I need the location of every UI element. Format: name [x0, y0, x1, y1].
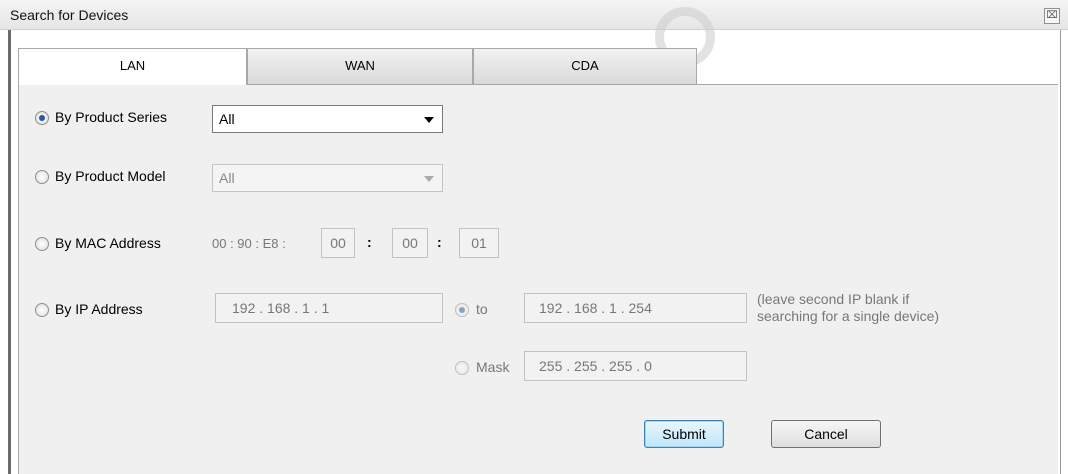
product-model-value: All: [219, 170, 235, 186]
window-frame-left: [8, 30, 11, 474]
ip-to-label: to: [476, 301, 488, 317]
product-model-label: By Product Model: [55, 168, 166, 184]
mac-address-label: By MAC Address: [55, 235, 161, 251]
mac-octet-3[interactable]: 01: [459, 228, 499, 258]
mask-label: Mask: [476, 359, 510, 375]
product-series-select[interactable]: All: [212, 105, 443, 133]
search-devices-window: Search for Devices ⌧ LAN WAN CDA By Prod…: [0, 0, 1068, 474]
product-model-select[interactable]: All: [212, 164, 443, 192]
tab-bar: LAN WAN CDA: [18, 48, 698, 85]
chevron-down-icon: [424, 176, 434, 182]
tab-cda[interactable]: CDA: [473, 48, 697, 84]
ip-to-radio[interactable]: [455, 303, 469, 317]
product-model-radio[interactable]: [35, 170, 49, 184]
title-bar: Search for Devices ⌧: [0, 0, 1068, 67]
mask-field[interactable]: 255 . 255 . 255 . 0: [524, 351, 747, 381]
close-icon[interactable]: ⌧: [1044, 8, 1060, 24]
mac-separator: :: [437, 234, 442, 250]
submit-button[interactable]: Submit: [644, 420, 724, 448]
tab-wan[interactable]: WAN: [247, 48, 473, 84]
product-series-radio[interactable]: [35, 111, 49, 125]
chevron-down-icon: [424, 117, 434, 123]
lan-panel: By Product Series All By Product Model A…: [18, 84, 1058, 474]
ip-hint-line1: (leave second IP blank if: [757, 291, 910, 307]
ip-address-radio[interactable]: [35, 303, 49, 317]
ip-from-field[interactable]: 192 . 168 . 1 . 1: [215, 293, 443, 323]
ip-address-label: By IP Address: [55, 301, 143, 317]
cancel-button[interactable]: Cancel: [771, 420, 881, 448]
window-title: Search for Devices: [10, 7, 129, 23]
mask-radio[interactable]: [455, 361, 469, 375]
tab-lan[interactable]: LAN: [18, 48, 247, 85]
window-frame-right: [1060, 30, 1061, 474]
product-series-label: By Product Series: [55, 109, 168, 125]
product-series-value: All: [219, 111, 235, 127]
mac-separator: :: [367, 234, 372, 250]
mac-address-radio[interactable]: [35, 237, 49, 251]
ip-hint-line2: searching for a single device): [757, 308, 940, 324]
ip-to-field[interactable]: 192 . 168 . 1 . 254: [524, 293, 747, 323]
mac-prefix: 00 : 90 : E8 :: [212, 236, 286, 251]
mac-octet-2[interactable]: 00: [392, 228, 428, 258]
mac-octet-1[interactable]: 00: [321, 228, 355, 258]
